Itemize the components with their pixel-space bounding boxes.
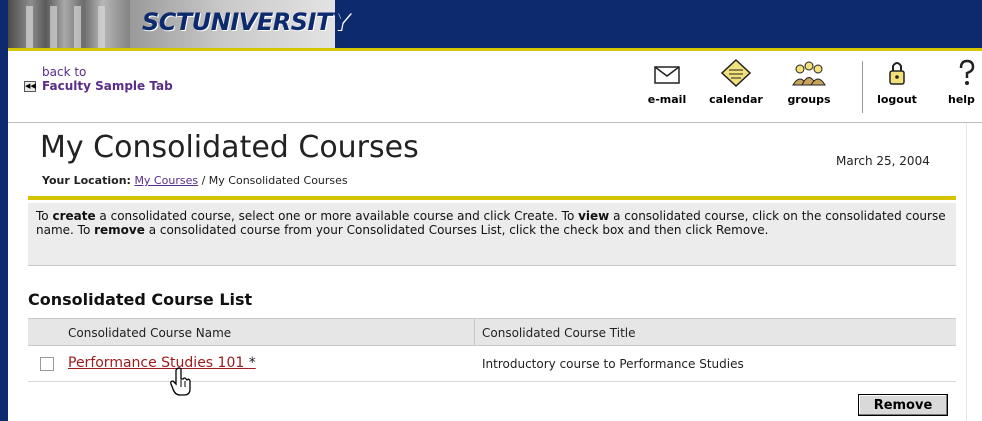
course-title-cell: Introductory course to Performance Studi… <box>482 357 744 371</box>
table-header: Consolidated Course Name Consolidated Co… <box>28 318 956 346</box>
instructions-text: a consolidated course from your Consolid… <box>144 223 769 237</box>
breadcrumb-my-courses-link[interactable]: My Courses <box>134 174 198 187</box>
column-header-name[interactable]: Consolidated Course Name <box>68 326 231 340</box>
course-name-link[interactable]: Performance Studies 101 * <box>68 355 256 371</box>
breadcrumb: Your Location: My Courses / My Consolida… <box>42 174 348 187</box>
right-edge-divider <box>966 123 967 421</box>
section-title: Consolidated Course List <box>28 290 253 309</box>
back-arrow-icon[interactable]: ◀◀ <box>24 81 36 92</box>
page-date: March 25, 2004 <box>836 154 930 168</box>
back-to-label[interactable]: back to <box>42 65 86 79</box>
instructions-text: a consolidated course, select one or mor… <box>95 209 579 223</box>
top-banner: SCTUNIVERSITY <box>0 0 982 48</box>
email-button[interactable]: e-mail <box>644 59 690 106</box>
course-name-text[interactable]: Performance Studies 101 <box>68 355 244 371</box>
instructions-create-keyword: create <box>52 209 96 223</box>
table-row: Performance Studies 101 * Introductory c… <box>28 346 956 382</box>
column-header-title[interactable]: Consolidated Course Title <box>482 326 636 340</box>
instructions-text: To <box>36 209 53 223</box>
help-icon <box>959 59 975 85</box>
groups-label: groups <box>787 93 831 106</box>
instructions-remove-keyword: remove <box>94 223 145 237</box>
calendar-icon <box>721 59 751 87</box>
column-divider <box>474 319 475 345</box>
email-label: e-mail <box>647 93 687 106</box>
course-select-checkbox[interactable] <box>40 357 54 371</box>
calendar-button[interactable]: calendar <box>704 59 768 106</box>
calendar-label: calendar <box>709 93 763 106</box>
logout-button[interactable]: logout <box>872 59 922 106</box>
consolidated-course-table: Consolidated Course Name Consolidated Co… <box>28 318 956 382</box>
instructions-box: To create a consolidated course, select … <box>28 203 956 266</box>
groups-icon <box>792 61 826 86</box>
university-logo: SCTUNIVERSITY <box>142 8 349 36</box>
course-marker: * <box>248 355 256 371</box>
page-title: My Consolidated Courses <box>40 130 419 165</box>
title-divider <box>28 196 956 200</box>
logout-icon <box>889 62 905 85</box>
hand-cursor-icon <box>170 367 191 396</box>
back-to-faculty-tab-link[interactable]: Faculty Sample Tab <box>42 79 173 93</box>
breadcrumb-label: Your Location: <box>42 174 131 187</box>
left-edge-bar <box>0 0 8 421</box>
instructions-view-keyword: view <box>578 209 610 223</box>
help-label: help <box>948 93 975 106</box>
toolbar-divider <box>862 61 863 113</box>
navigation-bar: ◀◀ back to Faculty Sample Tab e-mail cal… <box>8 48 982 123</box>
help-button[interactable]: help <box>948 59 982 106</box>
remove-button[interactable]: Remove <box>858 394 948 416</box>
groups-button[interactable]: groups <box>778 59 840 106</box>
breadcrumb-current: / My Consolidated Courses <box>201 174 348 187</box>
envelope-icon <box>654 66 680 84</box>
banner-building-photo <box>8 0 134 48</box>
logout-label: logout <box>877 93 917 106</box>
